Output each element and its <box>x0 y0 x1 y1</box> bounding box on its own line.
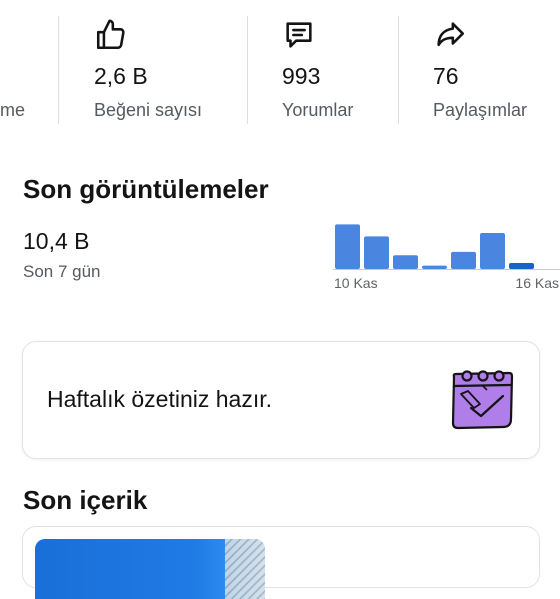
content-thumbnail[interactable] <box>35 539 265 599</box>
chart-x-tick-label: 16 Kas <box>515 275 559 291</box>
weekly-summary-text: Haftalık özetiniz hazır. <box>47 386 272 412</box>
shares-count: 76 <box>433 63 459 89</box>
views-period: Son 7 gün <box>23 262 101 281</box>
recent-views-title: Son görüntülemeler <box>23 174 269 204</box>
stat-comments[interactable]: 993 Yorumlar <box>248 0 398 125</box>
chart-x-tick-label: 10 Kas <box>334 275 378 291</box>
views-bar-chart[interactable]: 10 Kas 16 Kas <box>330 218 560 298</box>
views-total: 10,4 B <box>23 228 90 254</box>
likes-label: Beğeni sayısı <box>94 100 203 120</box>
chart-bar[interactable] <box>451 251 476 269</box>
stat-partial[interactable]: me <box>0 0 58 125</box>
likes-count: 2,6 B <box>94 63 148 89</box>
chart-bar[interactable] <box>509 263 534 269</box>
comments-count: 993 <box>282 63 321 89</box>
comments-label: Yorumlar <box>282 100 354 120</box>
calendar-check-icon <box>447 364 519 436</box>
stat-partial-label: me <box>0 100 26 120</box>
stat-shares[interactable]: 76 Paylaşımlar <box>399 0 560 125</box>
recent-content-title: Son içerik <box>23 485 148 515</box>
weekly-summary-card[interactable]: Haftalık özetiniz hazır. <box>22 341 540 459</box>
thumbs-up-icon <box>94 18 128 52</box>
stat-likes[interactable]: 2,6 B Beğeni sayısı <box>59 0 247 125</box>
views-chart-svg: 10 Kas 16 Kas <box>333 224 560 291</box>
chart-bar[interactable] <box>364 236 389 269</box>
chart-bar[interactable] <box>393 255 418 269</box>
recent-content-card[interactable] <box>22 526 540 599</box>
share-icon <box>433 18 467 52</box>
chart-bar[interactable] <box>422 265 447 269</box>
stats-row: me 2,6 B Beğeni sayısı 993 Yorumlar 76 P… <box>0 0 560 125</box>
chart-bar[interactable] <box>335 224 360 269</box>
thumbnail-building-image <box>225 539 265 599</box>
comment-icon <box>282 18 316 52</box>
chart-bar[interactable] <box>480 233 505 269</box>
shares-label: Paylaşımlar <box>433 100 528 120</box>
